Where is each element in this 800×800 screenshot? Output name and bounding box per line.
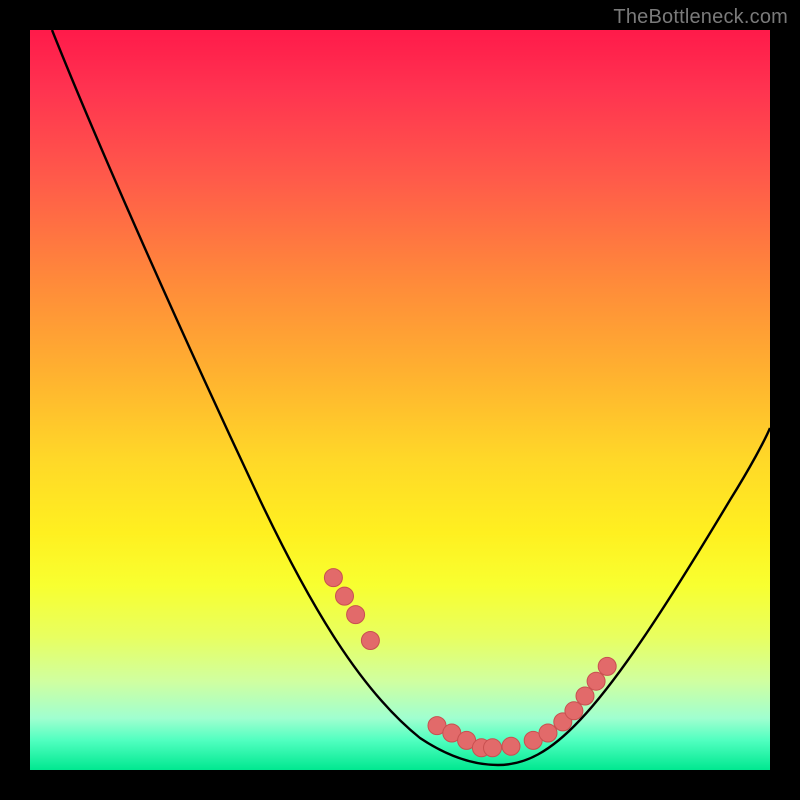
marker-point — [336, 587, 354, 605]
marker-point — [539, 724, 557, 742]
marker-point — [324, 569, 342, 587]
plot-area — [30, 30, 770, 770]
marker-point — [484, 739, 502, 757]
chart-container: TheBottleneck.com — [0, 0, 800, 800]
marker-point — [565, 702, 583, 720]
marker-point — [587, 672, 605, 690]
marker-point — [598, 657, 616, 675]
curve-svg — [30, 30, 770, 770]
bottleneck-curve — [52, 30, 770, 765]
watermark-text: TheBottleneck.com — [613, 6, 788, 29]
marker-point — [576, 687, 594, 705]
marker-point — [347, 606, 365, 624]
marker-point — [502, 737, 520, 755]
marker-point — [361, 632, 379, 650]
